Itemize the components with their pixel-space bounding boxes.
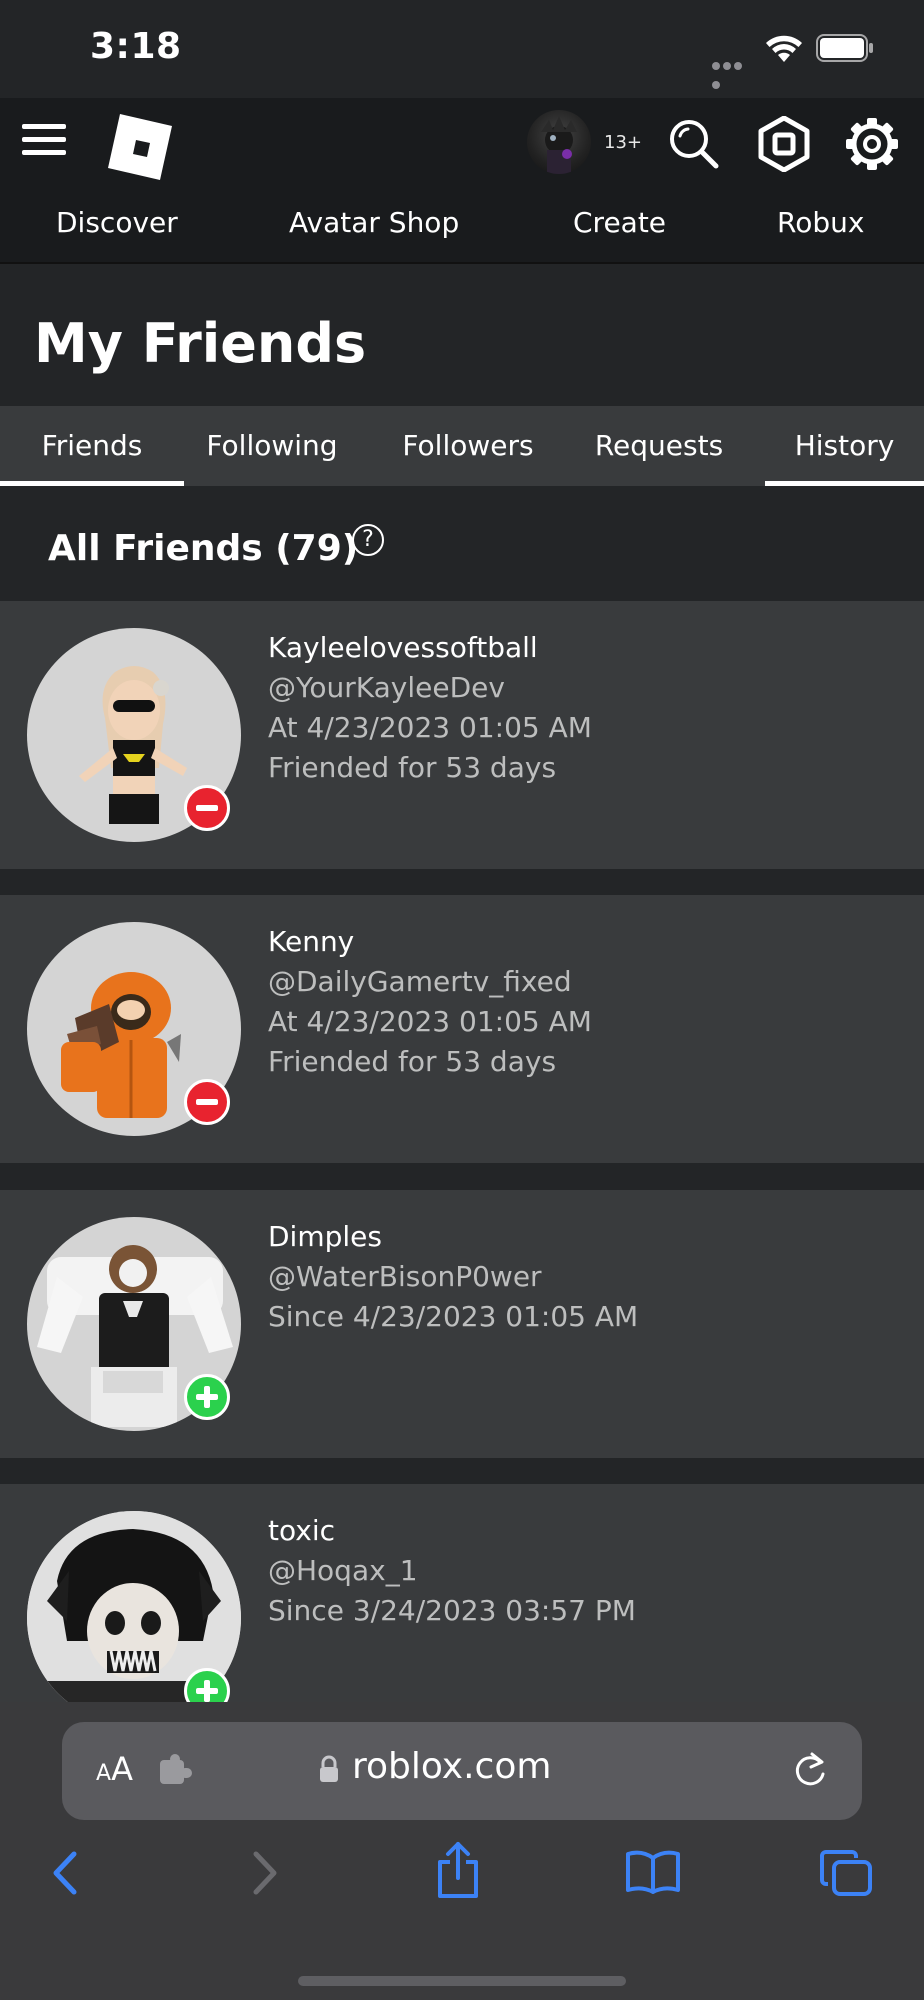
wifi-icon [766,35,802,62]
friend-card[interactable]: Dimples @WaterBisonP0wer Since 4/23/2023… [0,1190,924,1458]
status-time: 3:18 [90,26,182,67]
friend-username: @DailyGamertv_fixed [268,965,572,998]
remove-friend-button[interactable] [184,1079,230,1125]
friend-card[interactable]: Kenny @DailyGamertv_fixed At 4/23/2023 0… [0,895,924,1163]
friend-username: @WaterBisonP0wer [268,1260,542,1293]
tab-followers[interactable]: Followers [378,406,558,486]
friend-date: Since 4/23/2023 01:05 AM [268,1300,639,1333]
friend-date: At 4/23/2023 01:05 AM [268,1005,592,1038]
tabs-icon[interactable] [820,1848,874,1898]
extensions-icon[interactable] [158,1752,198,1788]
signal-icon [712,55,754,89]
friend-username: @Hoqax_1 [268,1554,418,1587]
friend-date: At 4/23/2023 01:05 AM [268,711,592,744]
nav-discover[interactable]: Discover [56,206,178,239]
tab-following[interactable]: Following [184,406,360,486]
top-nav: Discover Avatar Shop Create Robux [0,206,924,254]
remove-friend-button[interactable] [184,785,230,831]
section-title: All Friends (79) [48,528,359,569]
forward-icon[interactable] [248,1848,282,1898]
nav-create[interactable]: Create [573,206,666,239]
avatar[interactable] [527,110,591,174]
url-text[interactable]: roblox.com [320,1746,551,1787]
friend-name[interactable]: Kayleelovessoftball [268,631,538,664]
address-bar[interactable]: AA roblox.com [62,1722,862,1820]
menu-icon[interactable] [22,124,66,160]
share-icon[interactable] [434,1840,482,1900]
friend-card[interactable]: Kayleelovessoftball @YourKayleeDev At 4/… [0,601,924,869]
page-title: My Friends [34,312,367,375]
bookmarks-icon[interactable] [624,1848,682,1896]
tab-history[interactable]: History [765,406,924,486]
friend-name[interactable]: toxic [268,1514,335,1547]
friend-username: @YourKayleeDev [268,671,505,704]
friend-duration: Friended for 53 days [268,751,557,784]
tab-requests[interactable]: Requests [574,406,744,486]
friend-name[interactable]: Dimples [268,1220,382,1253]
reload-icon[interactable] [790,1748,830,1792]
friend-date: Since 3/24/2023 03:57 PM [268,1594,636,1627]
app-header: 13+ Discover Avatar Shop Create Robux [0,98,924,264]
status-bar: 3:18 [0,0,924,98]
gear-icon[interactable] [844,116,900,172]
text-size-button[interactable]: AA [96,1750,133,1788]
search-icon[interactable] [666,116,722,172]
friend-card[interactable]: toxic @Hoqax_1 Since 3/24/2023 03:57 PM [0,1484,924,1702]
battery-icon [816,34,873,62]
friends-tabs: Friends Following Followers Requests His… [0,406,924,486]
friends-section-header: All Friends (79) ? [0,486,924,601]
home-indicator [298,1976,626,1986]
title-area: My Friends [0,264,924,406]
lock-icon [320,1755,338,1782]
roblox-logo[interactable] [104,112,174,182]
nav-robux[interactable]: Robux [777,206,864,239]
robux-icon[interactable] [756,116,812,172]
tab-friends[interactable]: Friends [0,406,184,486]
friend-duration: Friended for 53 days [268,1045,557,1078]
nav-avatar-shop[interactable]: Avatar Shop [289,206,459,239]
age-label: 13+ [604,132,642,153]
add-friend-button[interactable] [184,1374,230,1420]
browser-bottom-bar: AA roblox.com [0,1702,924,2000]
help-icon[interactable]: ? [352,524,384,556]
friend-name[interactable]: Kenny [268,925,354,958]
back-icon[interactable] [48,1848,82,1898]
